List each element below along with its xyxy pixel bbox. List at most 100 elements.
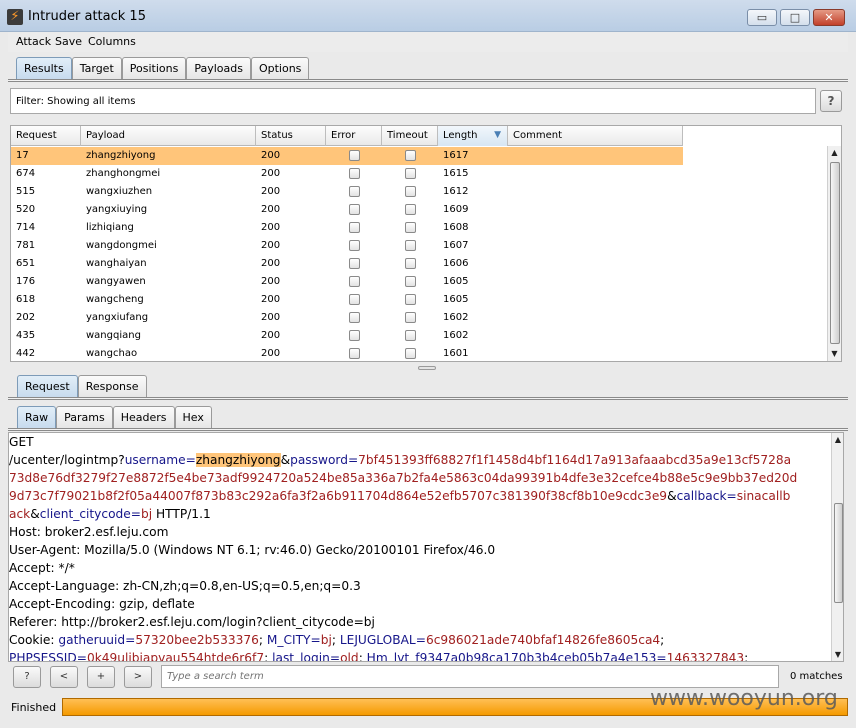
request-token: & (667, 489, 677, 503)
request-token: GET (9, 435, 34, 449)
table-row[interactable]: 674 zhanghongmei 200 1615 (11, 165, 683, 183)
request-token: 9d73c7f79021b8f2f05a44007f873b83c292a6fa… (9, 489, 668, 503)
tab-target[interactable]: Target (71, 57, 122, 79)
request-scrollbar[interactable]: ▲ ▼ (831, 433, 843, 661)
cell-request: 651 (16, 258, 36, 269)
request-token: HTTP/1.1 (152, 507, 211, 521)
menu-columns[interactable]: Columns (88, 35, 136, 48)
col-length[interactable]: Length ▼ (438, 126, 508, 146)
col-timeout[interactable]: Timeout (382, 126, 438, 146)
table-row[interactable]: 176 wangyawen 200 1605 (11, 273, 683, 291)
request-line: Accept-Encoding: gzip, deflate (9, 595, 831, 613)
request-token: username (124, 453, 186, 467)
col-status[interactable]: Status (256, 126, 326, 146)
request-raw-editor[interactable]: GET/ucenter/logintmp?username=zhangzhiyo… (8, 432, 844, 662)
split-pane-handle[interactable] (418, 366, 436, 370)
tab-response[interactable]: Response (77, 375, 147, 397)
search-next-button[interactable]: > (124, 666, 152, 688)
cell-request: 176 (16, 276, 36, 287)
main-tabs: Results Target Positions Payloads Option… (16, 57, 310, 79)
table-row[interactable]: 714 lizhiqiang 200 1608 (11, 219, 683, 237)
cell-payload: wangxiuzhen (86, 186, 153, 197)
search-input[interactable] (161, 665, 779, 688)
cell-status: 200 (261, 258, 281, 269)
table-row[interactable]: 618 wangcheng 200 1605 (11, 291, 683, 309)
cell-status: 200 (261, 186, 281, 197)
error-checkbox (349, 294, 360, 305)
table-row[interactable]: 520 yangxiuying 200 1609 (11, 201, 683, 219)
tab-results[interactable]: Results (16, 57, 72, 79)
filter-help-button[interactable]: ? (820, 90, 842, 112)
tab-hex[interactable]: Hex (174, 406, 212, 428)
table-scrollbar[interactable]: ▲ ▼ (827, 146, 841, 361)
cell-status: 200 (261, 222, 281, 233)
table-row[interactable]: 442 wangchao 200 1601 (11, 345, 683, 361)
tab-request[interactable]: Request (17, 375, 78, 397)
filter-bar[interactable]: Filter: Showing all items (10, 88, 816, 114)
error-checkbox (349, 240, 360, 251)
request-token: = (310, 633, 321, 647)
request-token: ; (258, 633, 267, 647)
scroll-up-icon[interactable]: ▲ (832, 433, 843, 447)
search-prev-button[interactable]: < (50, 666, 78, 688)
search-help-button[interactable]: ? (13, 666, 41, 688)
request-token: = (76, 651, 87, 662)
tab-params[interactable]: Params (56, 406, 113, 428)
scroll-down-icon[interactable]: ▼ (828, 347, 841, 361)
col-payload[interactable]: Payload (81, 126, 256, 146)
filter-label: Filter: Showing all items (16, 96, 136, 107)
error-checkbox (349, 186, 360, 197)
request-line: Host: broker2.esf.leju.com (9, 523, 831, 541)
error-checkbox (349, 168, 360, 179)
maximize-button[interactable]: □ (780, 9, 810, 26)
request-token: = (329, 651, 341, 662)
timeout-checkbox (405, 330, 416, 341)
cell-payload: wanghaiyan (86, 258, 147, 269)
table-row[interactable]: 17 zhangzhiyong 200 1617 (11, 147, 683, 165)
cell-length: 1615 (443, 168, 469, 179)
request-token: Hm_lvt_f9347a0b98ca170b3b4ceb05b7a4e153 (366, 651, 657, 662)
request-token: bj (141, 507, 153, 521)
tab-raw[interactable]: Raw (17, 406, 57, 428)
request-token: old (340, 651, 359, 662)
scroll-thumb[interactable] (830, 162, 840, 344)
request-token: M_CITY (266, 633, 311, 647)
tab-positions[interactable]: Positions (121, 57, 187, 79)
close-button[interactable]: ✕ (813, 9, 845, 26)
cell-length: 1617 (443, 150, 469, 161)
col-comment[interactable]: Comment (508, 126, 683, 146)
tab-payloads[interactable]: Payloads (186, 57, 251, 79)
tab-options[interactable]: Options (250, 57, 310, 79)
minimize-button[interactable]: ▭ (747, 9, 777, 26)
request-token: Accept-Encoding: gzip, deflate (9, 597, 195, 611)
scroll-thumb[interactable] (834, 503, 843, 603)
table-row[interactable]: 781 wangdongmei 200 1607 (11, 237, 683, 255)
menu-attack[interactable]: Attack (16, 35, 51, 48)
results-table: Request Payload Status Error Timeout Len… (10, 125, 842, 362)
tab-headers[interactable]: Headers (112, 406, 175, 428)
timeout-checkbox (405, 258, 416, 269)
table-row[interactable]: 435 wangqiang 200 1602 (11, 327, 683, 345)
cell-request: 674 (16, 168, 36, 179)
table-row[interactable]: 651 wanghaiyan 200 1606 (11, 255, 683, 273)
cell-status: 200 (261, 204, 281, 215)
search-add-button[interactable]: + (87, 666, 115, 688)
request-line: GET (9, 433, 831, 451)
request-token: ack (9, 507, 31, 521)
col-request[interactable]: Request (11, 126, 81, 146)
request-token: ; (358, 651, 367, 662)
request-token: callback (676, 489, 727, 503)
request-line: 9d73c7f79021b8f2f05a44007f873b83c292a6fa… (9, 487, 831, 505)
request-token: Host: broker2.esf.leju.com (9, 525, 169, 539)
cell-request: 618 (16, 294, 36, 305)
scroll-up-icon[interactable]: ▲ (828, 146, 841, 160)
scroll-down-icon[interactable]: ▼ (832, 648, 843, 661)
sort-descending-icon: ▼ (494, 130, 501, 140)
request-token: 73d8e76df3279f27e8872f5e4be73adf9924720a… (9, 471, 798, 485)
request-token: 6c986021ade740bfaf14826fe8605ca4 (425, 633, 661, 647)
col-error[interactable]: Error (326, 126, 382, 146)
request-text[interactable]: GET/ucenter/logintmp?username=zhangzhiyo… (9, 433, 831, 662)
table-row[interactable]: 515 wangxiuzhen 200 1612 (11, 183, 683, 201)
menu-save[interactable]: Save (55, 35, 82, 48)
table-row[interactable]: 202 yangxiufang 200 1602 (11, 309, 683, 327)
